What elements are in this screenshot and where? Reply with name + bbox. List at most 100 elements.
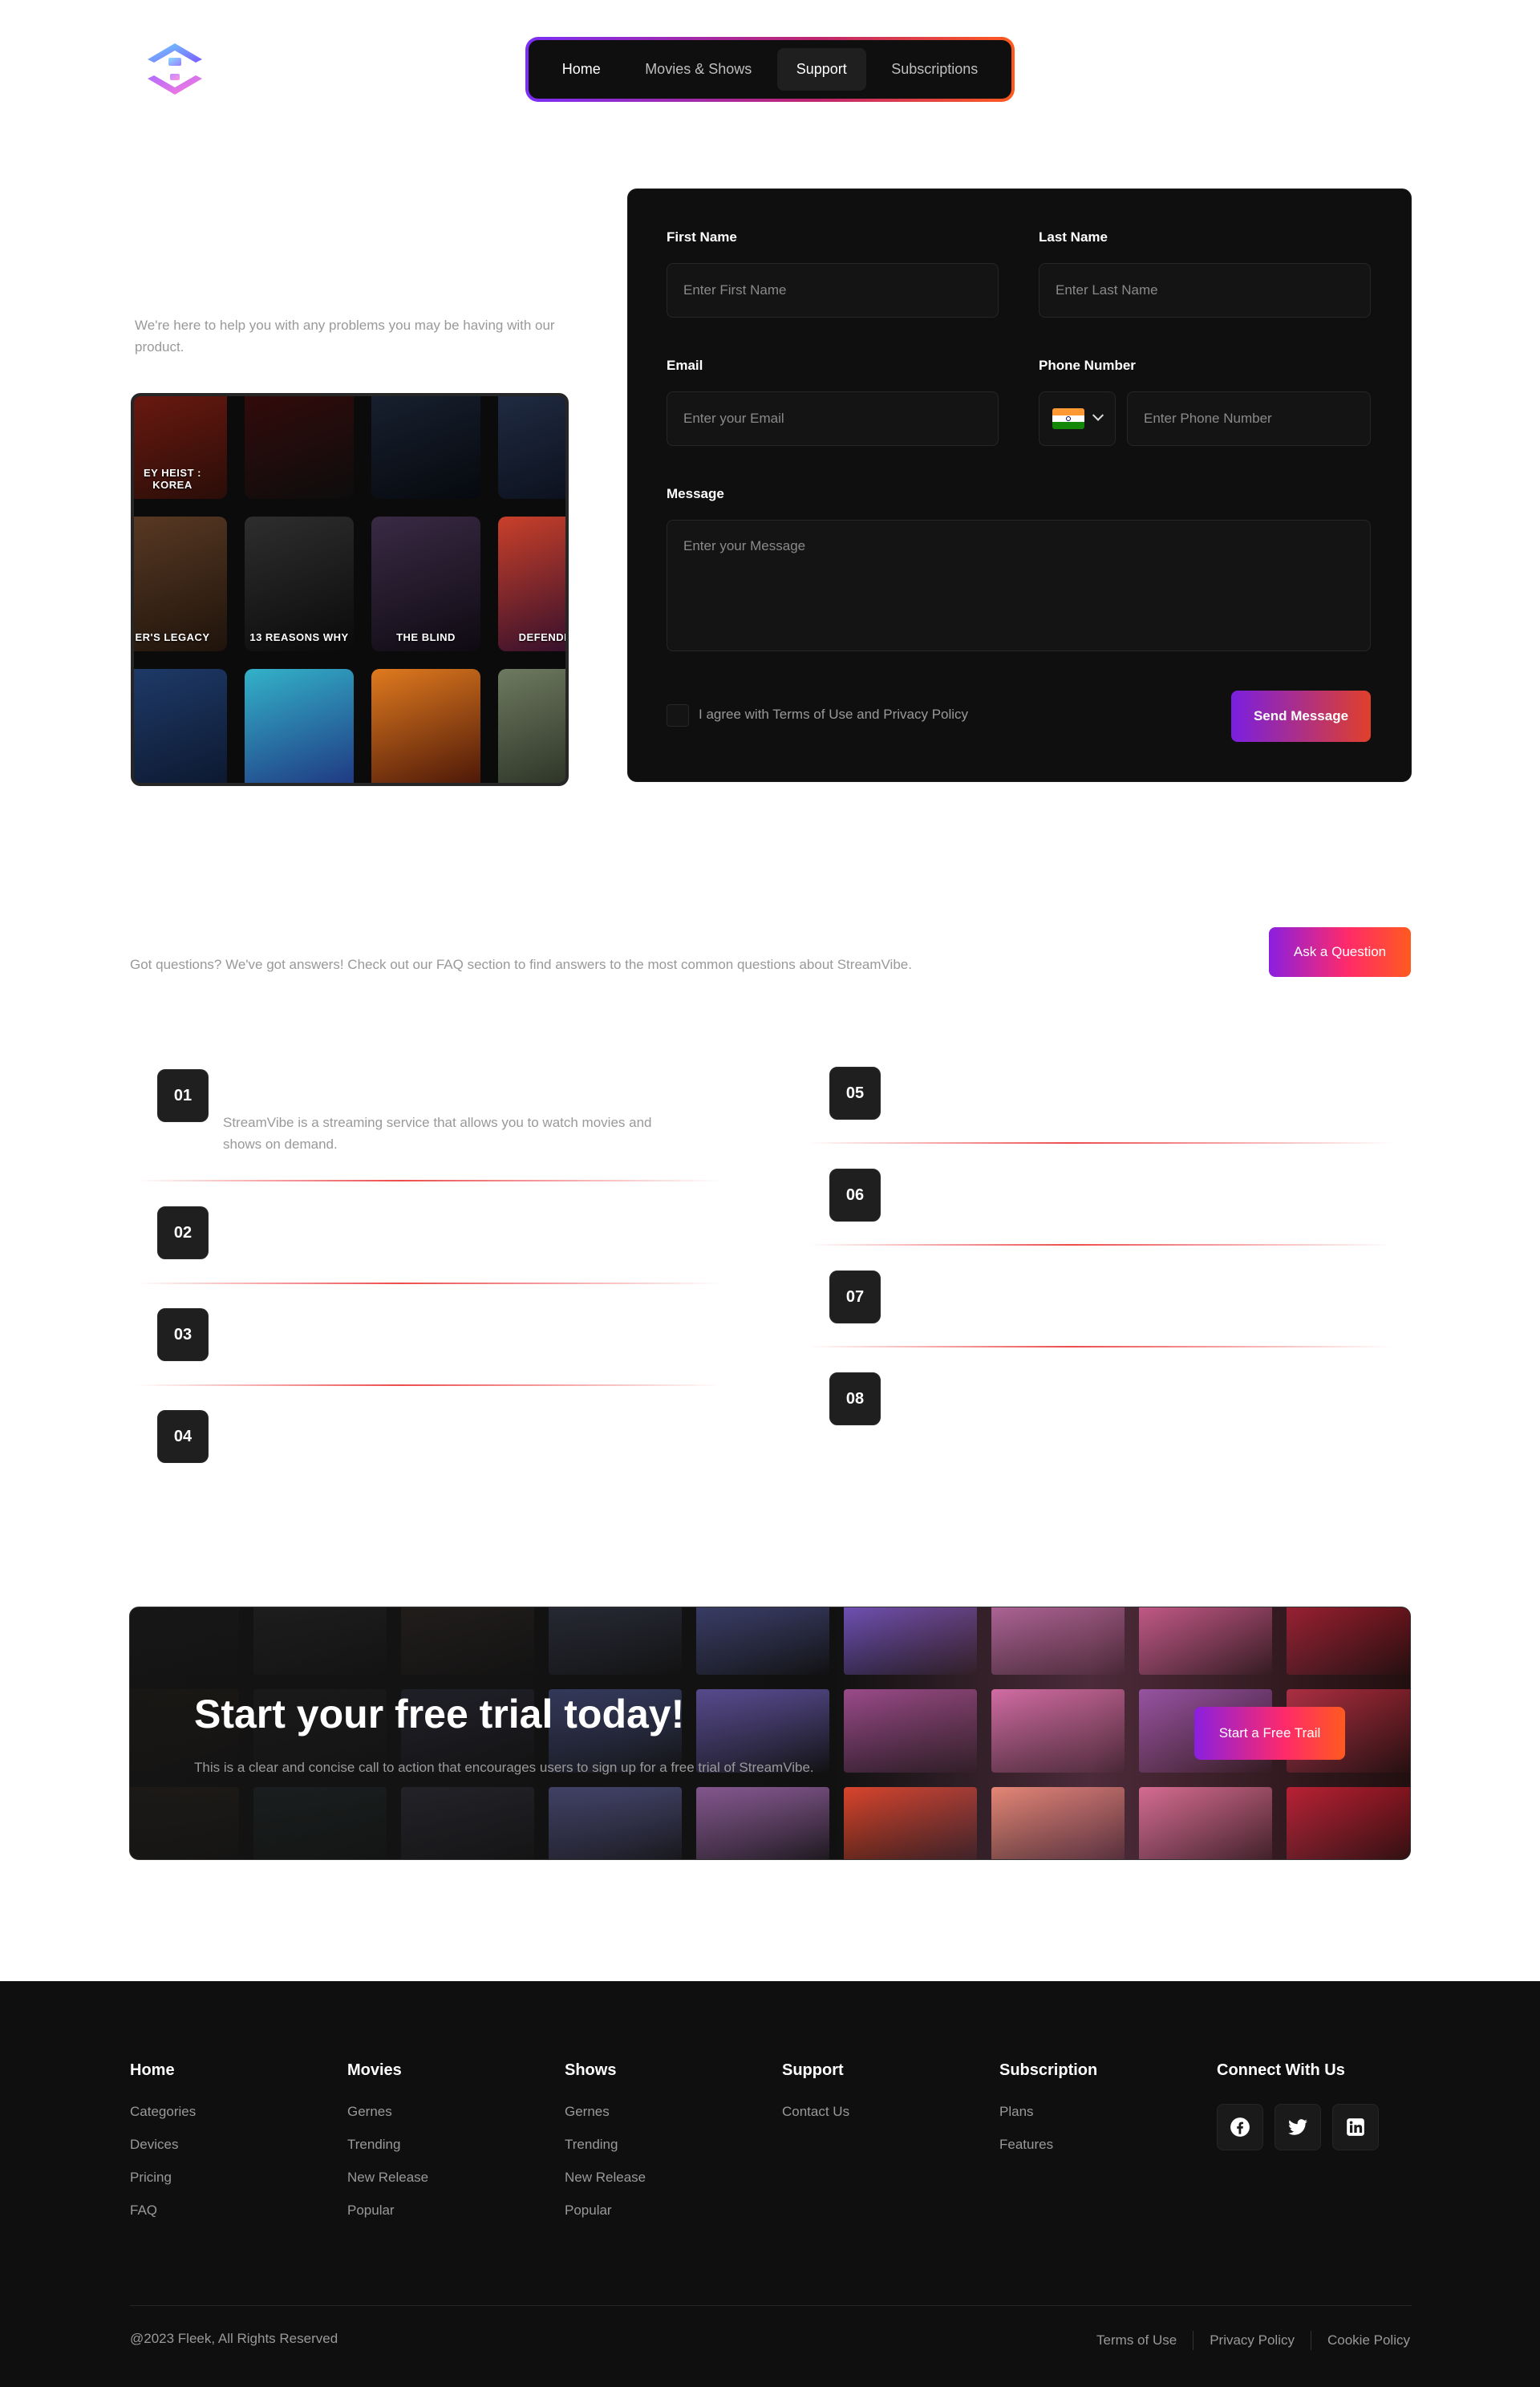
copyright-text: @2023 Fleek, All Rights Reserved [130,2331,338,2346]
cta-subtitle: This is a clear and concise call to acti… [194,1760,814,1775]
last-name-field[interactable] [1039,263,1371,318]
movie-poster-title: 13 REASONS WHY [249,631,349,643]
footer-col-support: Support Contact Us [782,2061,849,2137]
faq-item-03[interactable]: 03 [157,1308,209,1361]
movie-poster [371,396,480,499]
footer-link-contact-us[interactable]: Contact Us [782,2104,849,2137]
terms-agree-label: I agree with Terms of Use and Privacy Po… [699,707,969,722]
footer-divider [130,2305,1412,2306]
cookie-policy-link[interactable]: Cookie Policy [1327,2332,1410,2348]
facebook-icon[interactable] [1217,2104,1263,2150]
poster-collage: EY HEIST : KOREA ER'S LEGACY 13 REASONS WH… [131,393,569,786]
movie-poster: EY HEIST : KOREA [134,396,227,499]
footer-col-home: Home Categories Devices Pricing FAQ [130,2061,196,2235]
message-field[interactable] [667,520,1371,651]
support-intro-text: We're here to help you with any problems… [135,318,555,355]
linkedin-icon[interactable] [1332,2104,1379,2150]
message-label: Message [667,486,724,501]
free-trial-banner: Start your free trial today! This is a c… [129,1607,1411,1860]
faq-item-06[interactable]: 06 [829,1169,881,1222]
footer-link-trending[interactable]: Trending [565,2137,646,2170]
footer-heading: Support [782,2061,844,2079]
faq-item-05[interactable]: 05 [829,1067,881,1120]
terms-checkbox[interactable] [667,704,689,727]
footer-link-categories[interactable]: Categories [130,2104,196,2137]
faq-description: Got questions? We've got answers! Check … [130,957,912,972]
movie-poster-title: DEFENDERS [518,631,565,643]
footer-link-genres[interactable]: Gernes [347,2104,428,2137]
movie-poster-title: THE BLIND [396,631,456,643]
footer-link-faq[interactable]: FAQ [130,2203,196,2235]
chevron-down-icon [1092,409,1104,421]
footer-heading: Movies [347,2061,402,2079]
faq-answer-01: StreamVibe is a streaming service that a… [223,1115,652,1152]
footer-col-subscription: Subscription Plans Features [999,2061,1097,2170]
first-name-label: First Name [667,229,737,245]
nav-support[interactable]: Support [776,48,866,91]
footer-link-popular[interactable]: Popular [565,2203,646,2235]
legal-separator [1193,2331,1194,2350]
faq-item-04[interactable]: 04 [157,1410,209,1463]
ask-question-button[interactable]: Ask a Question [1269,927,1411,977]
phone-field[interactable] [1127,391,1371,446]
terms-of-use-link[interactable]: Terms of Use [1096,2332,1177,2348]
footer-heading: Connect With Us [1217,2061,1345,2079]
movie-poster-title: ER'S LEGACY [135,631,210,643]
footer-link-features[interactable]: Features [999,2137,1097,2170]
privacy-policy-link[interactable]: Privacy Policy [1210,2332,1295,2348]
movie-poster-title: MOONLIGHT [249,784,349,786]
movie-poster: MOONLIGHT [245,669,354,786]
footer-link-trending[interactable]: Trending [347,2137,428,2170]
faq-item-08[interactable]: 08 [829,1372,881,1425]
country-code-select[interactable] [1039,391,1116,446]
faq-divider [135,1180,722,1181]
email-label: Email [667,358,703,373]
faq-item-07[interactable]: 07 [829,1270,881,1323]
contact-form: First Name Last Name Email Phone Number … [627,188,1412,782]
footer-col-shows: Shows Gernes Trending New Release Popula… [565,2061,646,2235]
movie-poster: 13 REASONS WHY [245,517,354,651]
email-field[interactable] [667,391,999,446]
twitter-icon[interactable] [1275,2104,1321,2150]
faq-divider [807,1244,1394,1246]
footer-link-plans[interactable]: Plans [999,2104,1097,2137]
movie-poster [371,669,480,783]
send-message-button[interactable]: Send Message [1231,691,1371,742]
movie-poster [245,396,354,499]
logo-icon [148,43,202,95]
movie-poster [498,396,565,499]
movie-poster: THE BLIND [371,517,480,651]
footer: Home Categories Devices Pricing FAQ Movi… [0,1981,1540,2387]
faq-divider [807,1142,1394,1144]
footer-heading: Shows [565,2061,617,2079]
last-name-label: Last Name [1039,229,1108,245]
movie-poster [134,669,227,783]
footer-link-genres[interactable]: Gernes [565,2104,646,2137]
footer-link-pricing[interactable]: Pricing [130,2170,196,2203]
logo[interactable] [143,38,207,99]
phone-label: Phone Number [1039,358,1136,373]
footer-col-connect: Connect With Us [1217,2061,1379,2150]
faq-item-02[interactable]: 02 [157,1206,209,1259]
movie-poster: DEFENDERS [498,517,565,651]
nav-home[interactable]: Home [543,48,620,91]
footer-link-new-release[interactable]: New Release [347,2170,428,2203]
start-free-trial-button[interactable]: Start a Free Trail [1194,1707,1345,1760]
footer-col-movies: Movies Gernes Trending New Release Popul… [347,2061,428,2235]
main-nav: Home Movies & Shows Support Subscription… [525,37,1015,102]
footer-link-popular[interactable]: Popular [347,2203,428,2235]
movie-poster-title: EY HEIST : KOREA [144,467,201,491]
first-name-field[interactable] [667,263,999,318]
india-flag-icon [1052,408,1084,429]
faq-item-01[interactable]: 01 [157,1069,209,1122]
footer-link-new-release[interactable]: New Release [565,2170,646,2203]
nav-subscriptions[interactable]: Subscriptions [872,48,997,91]
faq-divider [135,1384,722,1386]
footer-heading: Home [130,2061,175,2079]
faq-divider [807,1346,1394,1348]
movie-poster: ER'S LEGACY [134,517,227,651]
nav-movies-shows[interactable]: Movies & Shows [626,48,771,91]
faq-divider [135,1283,722,1284]
footer-link-devices[interactable]: Devices [130,2137,196,2170]
legal-links: Terms of Use Privacy Policy Cookie Polic… [1096,2331,1410,2350]
